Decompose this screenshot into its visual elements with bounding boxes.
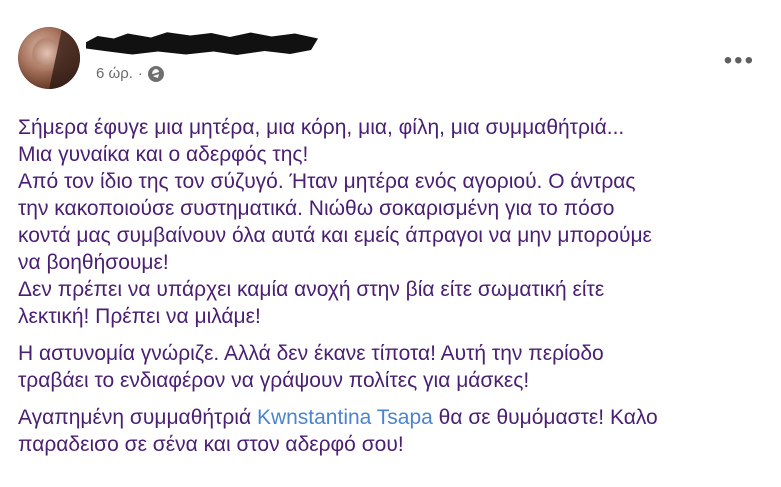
globe-icon[interactable]: [147, 65, 164, 82]
post-line: Από τον ίδιο της τον σύζυγό. Ήταν μητέρα…: [18, 170, 636, 193]
post-line-with-mention: Αγαπημένη συμμαθήτριά Kwnstantina Tsapa …: [18, 404, 762, 431]
redacted-author-name: [86, 32, 318, 55]
post-line: να βοηθήσουμε!: [18, 251, 169, 274]
post-line: Η αστυνομία γνώριζε. Αλλά δεν έκανε τίπο…: [18, 342, 604, 365]
post-line: Δεν πρέπει να υπάρχει καμία ανοχή στην β…: [18, 278, 605, 301]
post-text: Σήμερα έφυγε μια μητέρα, μια κόρη, μια, …: [18, 114, 762, 458]
post-line: Σήμερα έφυγε μια μητέρα, μια κόρη, μια, …: [18, 116, 625, 139]
user-mention-link[interactable]: Kwnstantina Tsapa: [257, 406, 433, 429]
post-meta: 6 ώρ. ·: [96, 65, 164, 82]
post-time[interactable]: 6 ώρ.: [96, 65, 133, 82]
post-paragraph-2: Η αστυνομία γνώριζε. Αλλά δεν έκανε τίπο…: [18, 340, 762, 394]
post-line: την κακοποιούσε συστηματικά. Νιώθω σοκαρ…: [18, 197, 615, 220]
post-line: κοντά μας συμβαίνουν όλα αυτά και εμείς …: [18, 224, 652, 247]
post-line-prefix: Αγαπημένη συμμαθήτριά: [18, 406, 257, 429]
post-paragraph-1: Σήμερα έφυγε μια μητέρα, μια κόρη, μια, …: [18, 114, 762, 330]
post-paragraph-3: Αγαπημένη συμμαθήτριά Kwnstantina Tsapa …: [18, 404, 762, 458]
meta-separator: ·: [137, 65, 143, 82]
social-post: 6 ώρ. · ••• Σήμερα έφυγε μια μητέρα, μια…: [0, 0, 781, 487]
profile-avatar[interactable]: [18, 27, 80, 89]
post-line: παραδεισο σε σένα και στον αδερφό σου!: [18, 433, 404, 456]
post-line-suffix: θα σε θυμόμαστε! Καλο: [432, 406, 658, 429]
post-line: τραβάει το ενδιαφέρον να γράψουν πολίτες…: [18, 369, 530, 392]
more-options-icon[interactable]: •••: [724, 49, 755, 73]
post-line: λεκτική! Πρέπει να μιλάμε!: [18, 305, 261, 328]
post-line: Μια γυναίκα και ο αδερφός της!: [18, 143, 309, 166]
